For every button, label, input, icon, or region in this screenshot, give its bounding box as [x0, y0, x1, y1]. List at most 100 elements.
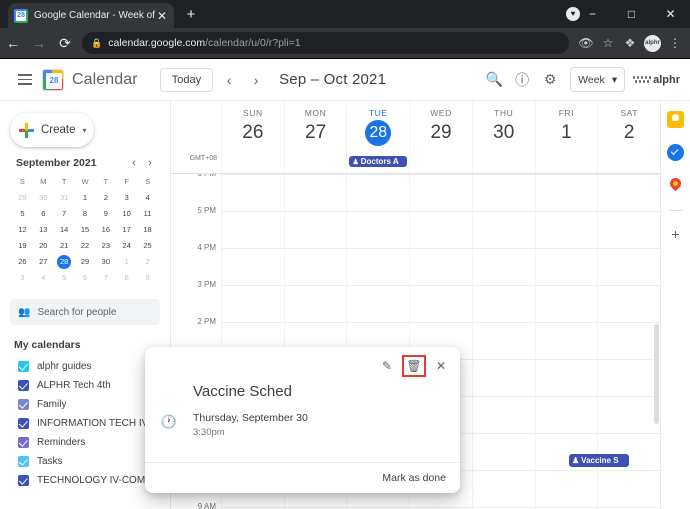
hour-cell[interactable] — [221, 285, 284, 322]
hour-cell[interactable] — [471, 470, 535, 507]
close-icon[interactable]: ✕ — [430, 356, 452, 376]
all-day-cell[interactable]: ♟ Doctors A — [346, 154, 409, 173]
hour-cell[interactable] — [346, 174, 410, 211]
all-day-cell[interactable] — [597, 154, 660, 173]
checkbox-icon[interactable] — [18, 380, 29, 391]
back-icon[interactable]: ← — [0, 35, 26, 51]
hour-cell[interactable] — [597, 174, 660, 211]
new-tab-button[interactable]: + — [182, 6, 200, 24]
hour-cell[interactable] — [283, 285, 347, 322]
hour-cell[interactable] — [597, 470, 660, 507]
mini-day-cell[interactable]: 5 — [54, 271, 75, 285]
hour-cell[interactable] — [409, 211, 472, 248]
hour-cell[interactable] — [534, 359, 598, 396]
edit-icon[interactable]: ✎ — [376, 356, 398, 376]
add-addon-button[interactable]: + — [671, 227, 679, 241]
url-input[interactable]: 🔒 calendar.google.com/calendar/u/0/r?pli… — [82, 32, 569, 54]
mini-day-cell[interactable]: 2 — [137, 255, 158, 269]
hour-cell[interactable] — [471, 396, 535, 433]
hour-cell[interactable] — [597, 359, 660, 396]
hour-cell[interactable] — [597, 396, 660, 433]
apps-grid-icon[interactable] — [631, 76, 653, 83]
hour-cell[interactable] — [283, 174, 347, 211]
checkbox-icon[interactable] — [18, 361, 29, 372]
mini-day-cell[interactable]: 22 — [75, 239, 96, 253]
account-label[interactable]: alphr — [653, 74, 682, 86]
hour-cell[interactable] — [471, 211, 535, 248]
mini-day-cell[interactable]: 25 — [137, 239, 158, 253]
hour-cell[interactable] — [346, 248, 410, 285]
mini-day-cell[interactable]: 29 — [75, 255, 96, 269]
day-header-wed[interactable]: WED 29 — [409, 101, 472, 154]
mini-day-cell[interactable]: 3 — [116, 191, 137, 205]
mini-day-cell[interactable]: 6 — [75, 271, 96, 285]
hour-cell[interactable] — [597, 248, 660, 285]
hour-cell[interactable] — [221, 248, 284, 285]
hour-cell[interactable] — [471, 359, 535, 396]
mini-day-cell[interactable]: 9 — [95, 207, 116, 221]
mini-day-cell[interactable]: 26 — [12, 255, 33, 269]
next-period-icon[interactable]: › — [245, 69, 267, 91]
mini-day-cell[interactable]: 27 — [33, 255, 54, 269]
mini-day-cell[interactable]: 20 — [33, 239, 54, 253]
mini-day-cell[interactable]: 8 — [75, 207, 96, 221]
mini-calendar-grid[interactable]: S M T W T F S 29 30 31 1 2 3 4 5 6 7 8 9 10 11 12 13 14 15 16 17 18… — [12, 175, 158, 285]
mini-day-cell[interactable]: 13 — [33, 223, 54, 237]
browser-tab[interactable]: 28 Google Calendar - Week of Sept ✕ — [8, 3, 174, 28]
maximize-button[interactable]: □ — [612, 0, 651, 28]
hour-cell[interactable] — [534, 174, 598, 211]
hour-cell[interactable] — [283, 211, 347, 248]
mini-day-cell[interactable]: 24 — [116, 239, 137, 253]
hour-cell[interactable] — [534, 248, 598, 285]
hour-cell[interactable] — [471, 433, 535, 470]
hour-cell[interactable] — [471, 322, 535, 359]
mini-next-icon[interactable]: › — [142, 157, 158, 169]
checkbox-icon[interactable] — [18, 456, 29, 467]
close-window-button[interactable]: ✕ — [651, 0, 690, 28]
hour-cell[interactable] — [409, 248, 472, 285]
hour-cell[interactable] — [471, 174, 535, 211]
mini-day-cell[interactable]: 1 — [116, 255, 137, 269]
mini-prev-icon[interactable]: ‹ — [126, 157, 142, 169]
checkbox-icon[interactable] — [18, 437, 29, 448]
hour-cell[interactable] — [597, 285, 660, 322]
mini-day-cell[interactable]: 23 — [95, 239, 116, 253]
all-day-cell[interactable] — [534, 154, 598, 173]
all-day-cell[interactable] — [221, 154, 284, 173]
search-for-people-input[interactable]: 👥 Search for people — [10, 299, 160, 325]
mini-day-cell[interactable]: 9 — [137, 271, 158, 285]
hour-cell[interactable] — [534, 285, 598, 322]
hour-cell[interactable] — [471, 285, 535, 322]
mini-day-cell[interactable]: 12 — [12, 223, 33, 237]
mini-day-cell[interactable]: 3 — [12, 271, 33, 285]
event-vaccine-sched[interactable]: ♟ Vaccine S — [569, 454, 629, 467]
search-icon[interactable]: 🔍 — [480, 66, 508, 94]
day-number-label[interactable]: 27 — [285, 120, 347, 146]
previous-period-icon[interactable]: ‹ — [218, 69, 240, 91]
day-number-label[interactable]: 2 — [598, 120, 660, 146]
mark-as-done-button[interactable]: Mark as done — [382, 472, 446, 484]
help-icon[interactable]: ⓘ — [508, 66, 536, 94]
extensions-icon[interactable]: ❖ — [619, 36, 641, 50]
checkbox-icon[interactable] — [18, 475, 29, 486]
today-button[interactable]: Today — [159, 67, 214, 92]
mini-day-cell[interactable]: 5 — [12, 207, 33, 221]
day-number-label[interactable]: 1 — [536, 120, 598, 146]
mini-day-cell[interactable]: 31 — [54, 191, 75, 205]
mini-day-cell[interactable]: 18 — [137, 223, 158, 237]
minimize-button[interactable]: − — [573, 0, 612, 28]
eye-icon[interactable]: 👁 — [575, 36, 597, 50]
mini-day-cell[interactable]: 4 — [33, 271, 54, 285]
maps-icon[interactable] — [667, 175, 684, 194]
day-header-sat[interactable]: SAT 2 — [597, 101, 660, 154]
keep-icon[interactable] — [667, 111, 684, 128]
mini-day-cell[interactable]: 10 — [116, 207, 137, 221]
browser-menu-icon[interactable]: ⋮ — [664, 36, 686, 50]
day-number-label[interactable]: 28 — [365, 120, 392, 146]
day-header-sun[interactable]: SUN 26 — [221, 101, 284, 154]
day-header-fri[interactable]: FRI 1 — [534, 101, 598, 154]
day-number-label[interactable]: 26 — [222, 120, 284, 146]
delete-icon[interactable]: 🗑 — [402, 354, 426, 377]
hour-cell[interactable] — [283, 248, 347, 285]
hour-cell[interactable] — [409, 174, 472, 211]
